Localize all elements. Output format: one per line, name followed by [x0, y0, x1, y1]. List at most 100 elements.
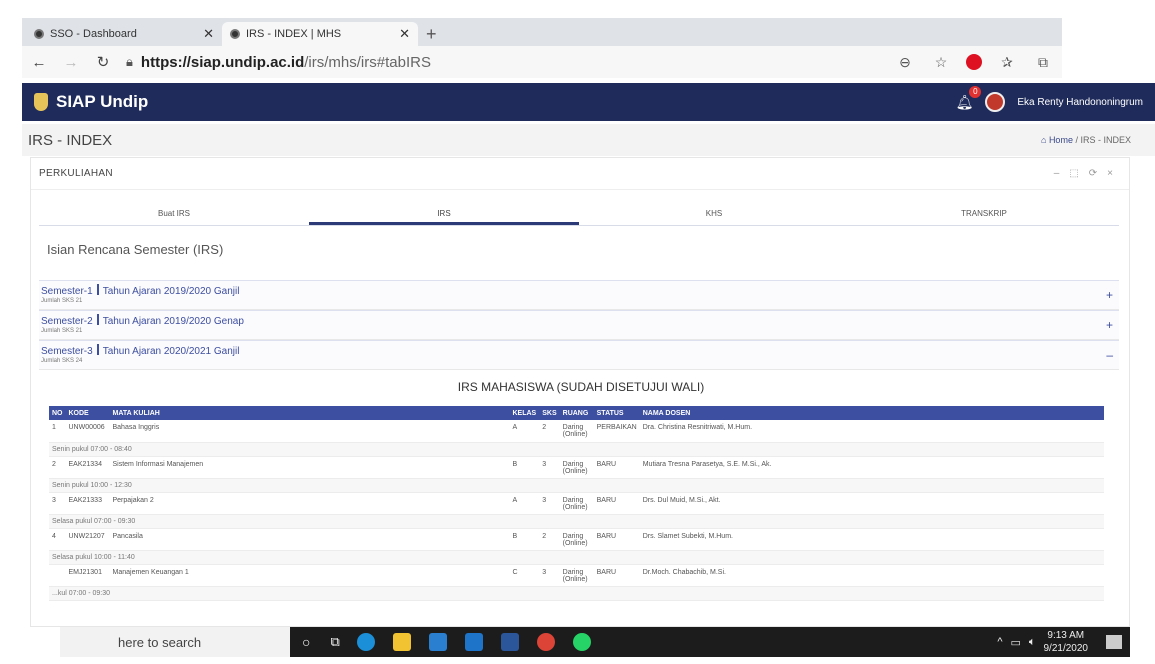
cell-kode: UNW21207 [65, 528, 110, 551]
cell-ruang: Daring (Online) [559, 420, 594, 443]
schedule-row: Senin pukul 10:00 - 12:30 [49, 478, 1104, 493]
expand-icon[interactable]: + [1106, 288, 1113, 302]
cell-kode: EAK21334 [65, 456, 110, 479]
forward-icon[interactable]: → [62, 54, 80, 71]
cell-status: BARU [593, 456, 640, 479]
panel-tabs: Buat IRS IRS KHS TRANSKRIP [39, 202, 1119, 226]
cell-dosen: Dra. Christina Resnitriwati, M.Hum. [639, 420, 1104, 443]
cell-kode: UNW00006 [65, 420, 110, 443]
schedule-row: Senin pukul 07:00 - 08:40 [49, 442, 1104, 457]
breadcrumb-home[interactable]: Home [1049, 135, 1073, 145]
irs-table: NO KODE MATA KULIAH KELAS SKS RUANG STAT… [49, 406, 1104, 601]
cell-ruang: Daring (Online) [559, 564, 594, 587]
table-row: 4 UNW21207 Pancasila B 2 Daring (Online) BARU D… [49, 528, 1104, 551]
close-tab-icon[interactable]: ✕ [399, 26, 410, 42]
close-tab-icon[interactable]: ✕ [203, 26, 214, 42]
favorites-icon[interactable]: ✰ [996, 54, 1018, 71]
clock-time: 9:13 AM [1047, 630, 1085, 641]
column-header: SKS [539, 406, 560, 420]
clock[interactable]: 9:13 AM 9/21/2020 [1044, 629, 1089, 655]
close-icon[interactable]: × [1107, 168, 1113, 179]
address-bar: ← → ↻ 🔒︎ https://siap.undip.ac.id/irs/mh… [22, 46, 1062, 78]
breadcrumb-current: IRS - INDEX [1080, 135, 1131, 145]
schedule-row: Selasa pukul 07:00 - 09:30 [49, 514, 1104, 529]
mail-icon[interactable] [464, 633, 483, 651]
cell-mk: Manajemen Keuangan 1 [109, 564, 510, 587]
tab-title: SSO - Dashboard [50, 28, 137, 40]
cell-kode: EAK21333 [65, 492, 110, 515]
cell-sks: 3 [539, 564, 560, 587]
windows-taskbar: here to search ○ ⧉ ^ ▭ 🔈︎ 9:13 AM 9/21/2… [60, 627, 1130, 657]
collapse-icon[interactable]: – [1106, 348, 1113, 362]
tab-khs[interactable]: KHS [579, 202, 849, 225]
page-header: IRS - INDEX ⌂ Home / IRS - INDEX [22, 124, 1155, 156]
column-header: KELAS [509, 406, 540, 420]
perkuliahan-panel: PERKULIAHAN – ⬚ ⟳ × Buat IRS IRS KHS TRA… [30, 157, 1130, 627]
back-icon[interactable]: ← [30, 54, 48, 71]
section-title: Isian Rencana Semester (IRS) [47, 242, 224, 257]
word-icon[interactable] [500, 633, 519, 651]
extension-icon[interactable] [966, 54, 982, 70]
breadcrumb: ⌂ Home / IRS - INDEX [1040, 135, 1131, 145]
cell-dosen: Drs. Dul Muid, M.Si., Akt. [639, 492, 1104, 515]
refresh-icon[interactable]: ↻ [94, 53, 112, 71]
tray-chevron-icon[interactable]: ^ [997, 636, 1002, 648]
reload-icon[interactable]: ⟳ [1089, 168, 1097, 179]
store-icon[interactable] [428, 633, 447, 651]
collections-icon[interactable]: ⧉ [1032, 54, 1054, 71]
browser-tab-bar: SSO - Dashboard ✕ IRS - INDEX | MHS ✕ + [22, 18, 1062, 46]
taskbar-search[interactable]: here to search [60, 627, 290, 657]
schedule-row: Selasa pukul 10:00 - 11:40 [49, 550, 1104, 565]
cell-kelas: C [509, 564, 540, 587]
chrome-icon[interactable] [536, 633, 555, 651]
tab-transkrip[interactable]: TRANSKRIP [849, 202, 1119, 225]
cell-kelas: B [509, 456, 540, 479]
new-tab-button[interactable]: + [418, 22, 445, 46]
column-header: MATA KULIAH [109, 406, 510, 420]
expand-icon[interactable]: + [1106, 318, 1113, 332]
cell-sks: 2 [539, 420, 560, 443]
url-field[interactable]: 🔒︎ https://siap.undip.ac.id/irs/mhs/irs#… [126, 54, 880, 71]
tab-buat-irs[interactable]: Buat IRS [39, 202, 309, 225]
avatar[interactable] [985, 92, 1006, 112]
favorite-star-icon[interactable]: ☆ [930, 54, 952, 71]
network-icon[interactable]: ▭ [1010, 636, 1020, 649]
file-explorer-icon[interactable] [392, 633, 411, 651]
semester-row[interactable]: Semester-3 Tahun Ajaran 2020/2021 Ganjil … [39, 340, 1119, 370]
notification-bell-icon[interactable]: 🔔︎ 0 [956, 85, 982, 111]
cell-kode: EMJ21301 [65, 564, 110, 587]
user-name[interactable]: Eka Renty Handononingrum [1017, 97, 1143, 108]
semester-period: Tahun Ajaran 2019/2020 Ganjil [102, 286, 240, 297]
column-header: STATUS [593, 406, 640, 420]
cell-dosen: Drs. Slamet Subekti, M.Hum. [639, 528, 1104, 551]
semester-row[interactable]: Semester-1 Tahun Ajaran 2019/2020 Ganjil … [39, 280, 1119, 310]
maximize-icon[interactable]: ⬚ [1069, 168, 1078, 179]
column-header: KODE [65, 406, 110, 420]
browser-tab-irs[interactable]: IRS - INDEX | MHS ✕ [222, 22, 418, 46]
cell-sks: 2 [539, 528, 560, 551]
edge-icon[interactable] [356, 633, 375, 651]
cell-dosen: Dr.Moch. Chabachib, M.Si. [639, 564, 1104, 587]
whatsapp-icon[interactable] [572, 633, 591, 651]
cell-sks: 3 [539, 492, 560, 515]
app-header: SIAP Undip 🔔︎ 0 Eka Renty Handononingrum [22, 83, 1155, 121]
semester-label: Semester-2 [41, 316, 93, 327]
app-title[interactable]: SIAP Undip [56, 92, 148, 112]
home-icon[interactable]: ⌂ [1041, 135, 1046, 145]
browser-tab-sso[interactable]: SSO - Dashboard ✕ [26, 22, 222, 46]
table-row: 1 UNW00006 Bahasa Inggris A 2 Daring (Online)… [49, 420, 1104, 443]
minimize-icon[interactable]: – [1054, 168, 1060, 179]
action-center-icon[interactable] [1106, 635, 1122, 649]
search-circle-icon[interactable]: ○ [302, 634, 310, 650]
url-path: /irs/mhs/irs#tabIRS [304, 53, 431, 71]
schedule-text: Senin pukul 10:00 - 12:30 [49, 478, 1104, 493]
volume-icon[interactable]: 🔈︎ [1029, 636, 1036, 649]
task-view-icon[interactable]: ⧉ [330, 634, 339, 650]
table-row: 3 EAK21333 Perpajakan 2 A 3 Daring (Online) BA… [49, 492, 1104, 515]
semester-row[interactable]: Semester-2 Tahun Ajaran 2019/2020 Genap J… [39, 310, 1119, 340]
tab-title: IRS - INDEX | MHS [246, 28, 342, 40]
zoom-icon[interactable]: ⊖ [894, 54, 916, 71]
cell-status: BARU [593, 564, 640, 587]
tab-irs[interactable]: IRS [309, 202, 579, 225]
favicon-icon [34, 29, 44, 39]
